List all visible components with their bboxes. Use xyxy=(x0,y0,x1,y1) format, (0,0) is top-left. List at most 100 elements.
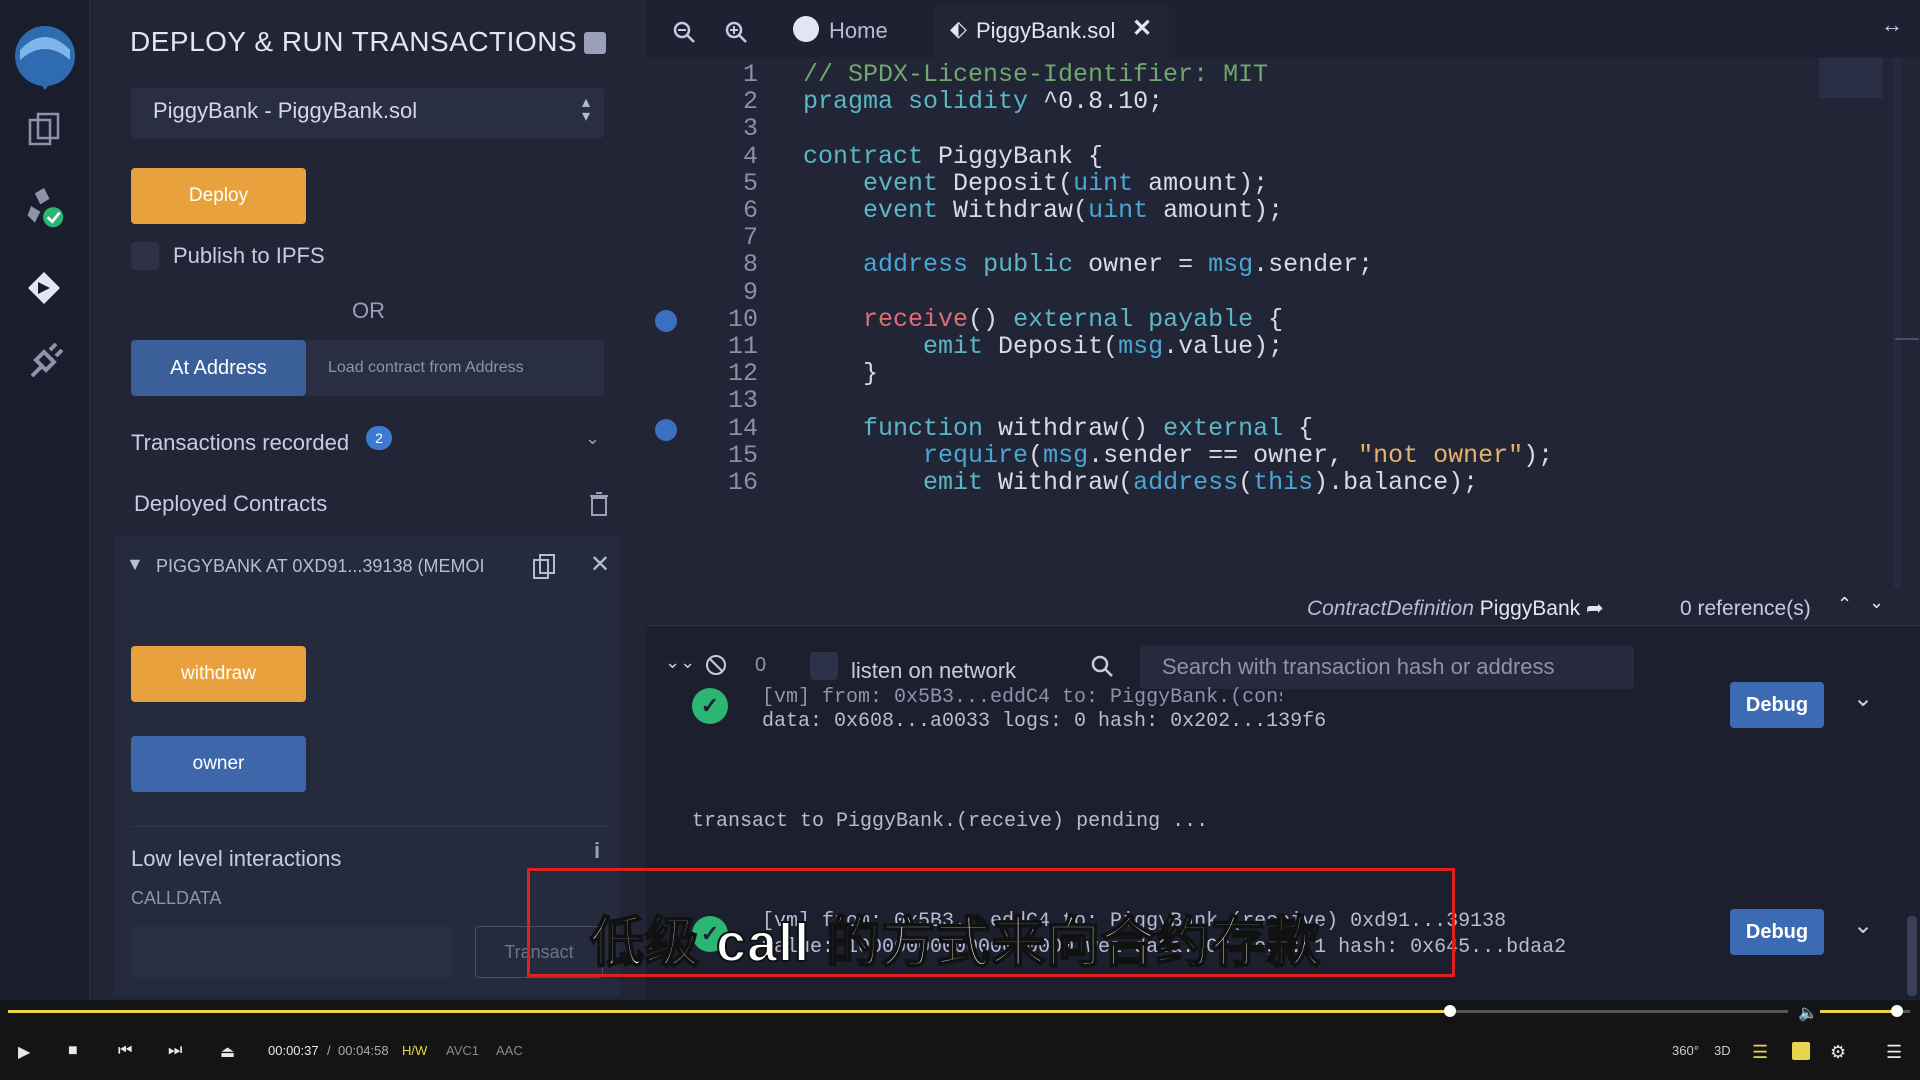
terminal-search-icon[interactable] xyxy=(1090,654,1114,683)
eject-icon[interactable]: ⏏ xyxy=(220,1042,235,1062)
play-icon[interactable]: ▶ xyxy=(18,1042,30,1062)
low-level-label: Low level interactions xyxy=(131,846,342,871)
code-token: "not owner" xyxy=(1358,440,1524,470)
subtitles-icon[interactable] xyxy=(1792,1042,1810,1060)
line-number: 4 xyxy=(742,141,758,171)
volume-icon[interactable]: 🔈 xyxy=(1798,1003,1818,1023)
seek-handle[interactable] xyxy=(1443,1005,1456,1017)
zoom-in-icon[interactable] xyxy=(724,20,748,49)
code-text: receive() external payable { xyxy=(803,305,1283,334)
settings-gear-icon[interactable]: ⚙ xyxy=(1830,1042,1846,1063)
scrollbar-thumb[interactable] xyxy=(1895,338,1919,340)
low-level-info-icon[interactable]: i xyxy=(594,838,600,864)
line-number: 2 xyxy=(742,87,758,117)
code-token: owner = xyxy=(1073,250,1209,280)
instance-label: PIGGYBANK AT 0XD91...39138 (MEMOI xyxy=(156,556,485,576)
code-text: event Deposit(uint amount); xyxy=(803,169,1268,198)
at-address-button[interactable]: At Address xyxy=(131,340,306,396)
line-number: 16 xyxy=(727,468,758,497)
stop-icon[interactable]: ■ xyxy=(68,1042,78,1060)
listen-network-checkbox[interactable] xyxy=(810,652,838,680)
code-token: PiggyBank { xyxy=(923,141,1104,171)
breakpoint-dot-icon[interactable] xyxy=(655,309,677,332)
plugin-icon[interactable] xyxy=(22,340,66,384)
code-text: contract PiggyBank { xyxy=(803,142,1103,171)
panel-docs-icon[interactable] xyxy=(584,32,606,54)
publish-ipfs-checkbox[interactable] xyxy=(131,242,159,270)
code-text: } xyxy=(803,359,878,388)
instance-collapse-chevron-icon[interactable]: ▼ xyxy=(126,554,144,575)
code-token: msg xyxy=(1208,250,1254,280)
goto-definition-icon[interactable]: ➦ xyxy=(1586,597,1604,620)
line-number: 8 xyxy=(742,250,758,280)
code-token: function xyxy=(863,413,984,443)
previous-icon[interactable]: ⏮ xyxy=(118,1042,132,1060)
3d-button[interactable]: 3D xyxy=(1714,1043,1731,1058)
tab-piggybank-sol[interactable]: ⬖ PiggyBank.sol ✕ xyxy=(934,4,1169,58)
log2-expand-chevron-icon[interactable]: ⌄ xyxy=(1853,911,1873,940)
file-explorer-icon[interactable] xyxy=(22,108,66,152)
aac-tag: AAC xyxy=(496,1043,523,1058)
line-number: 1 xyxy=(742,60,758,89)
withdraw-button[interactable]: withdraw xyxy=(131,646,306,702)
log1-expand-chevron-icon[interactable]: ⌄ xyxy=(1853,684,1873,713)
compiler-icon[interactable] xyxy=(22,186,66,230)
owner-button[interactable]: owner xyxy=(131,736,306,792)
debug-button-1[interactable]: Debug xyxy=(1730,682,1824,728)
next-icon[interactable]: ⏭ xyxy=(168,1042,182,1060)
deploy-button[interactable]: Deploy xyxy=(131,168,306,224)
time-total: 00:04:58 xyxy=(338,1043,389,1058)
terminal-collapse-icon[interactable]: ⌄⌄ xyxy=(665,652,695,673)
vr360-button[interactable]: 360° xyxy=(1672,1043,1699,1058)
debug-button-2[interactable]: Debug xyxy=(1730,909,1824,955)
calldata-input[interactable] xyxy=(131,926,451,978)
zoom-out-icon[interactable] xyxy=(672,20,696,49)
subtitle-text: 低级 call 的方式来向合约存款 xyxy=(589,912,1322,974)
volume-handle[interactable] xyxy=(1890,1005,1903,1017)
clear-contracts-trash-icon[interactable] xyxy=(589,492,609,521)
copy-address-icon[interactable] xyxy=(532,554,556,585)
remove-instance-close-icon[interactable]: ✕ xyxy=(590,550,610,579)
code-token: external xyxy=(1013,304,1134,334)
tab-home[interactable]: Home xyxy=(785,0,945,58)
terminal-search-input[interactable]: Search with transaction hash or address xyxy=(1140,645,1634,689)
or-label: OR xyxy=(352,298,385,323)
terminal-search-placeholder: Search with transaction hash or address xyxy=(1162,654,1555,679)
editor-scrollbar[interactable] xyxy=(1893,58,1901,588)
code-token: event xyxy=(863,168,939,198)
remix-logo-icon[interactable] xyxy=(8,20,82,94)
close-tab-icon[interactable]: ✕ xyxy=(1132,14,1152,43)
file-tab-label: PiggyBank.sol xyxy=(976,18,1116,43)
divider xyxy=(131,826,611,827)
seek-progress xyxy=(8,1010,1450,1013)
definition-name: PiggyBank xyxy=(1479,597,1581,620)
line-number: 13 xyxy=(727,386,758,416)
log1-line2: data: 0x608...a0033 logs: 0 hash: 0x202.… xyxy=(762,710,1327,733)
transactions-expand-chevron-icon[interactable]: ⌄ xyxy=(585,428,600,449)
code-text: // SPDX-License-Identifier: MIT xyxy=(803,60,1268,89)
expand-panel-arrows-icon[interactable]: ↔ xyxy=(1881,12,1903,38)
breakpoint-dot-icon[interactable] xyxy=(655,418,677,441)
code-text: address public owner = msg.sender; xyxy=(803,250,1373,279)
line-number: 5 xyxy=(742,168,758,198)
prev-reference-icon[interactable]: ⌃ xyxy=(1837,594,1852,615)
code-token: Withdraw( xyxy=(983,468,1134,497)
load-address-input[interactable]: Load contract from Address xyxy=(306,340,604,396)
hw-tag: H/W xyxy=(402,1043,428,1058)
line-number: 12 xyxy=(727,359,758,389)
terminal-scrollbar[interactable] xyxy=(1907,916,1917,996)
contract-select[interactable]: PiggyBank - PiggyBank.sol ▴ ▾ xyxy=(131,88,604,138)
clear-console-icon[interactable] xyxy=(705,654,727,681)
menu-icon[interactable]: ☰ xyxy=(1886,1042,1902,1063)
next-reference-icon[interactable]: ⌄ xyxy=(1869,592,1884,613)
line-number: 3 xyxy=(742,114,758,144)
deploy-icon[interactable] xyxy=(22,266,66,310)
home-tab-icon xyxy=(793,16,819,42)
playlist-search-icon[interactable]: ☰ xyxy=(1752,1042,1768,1063)
